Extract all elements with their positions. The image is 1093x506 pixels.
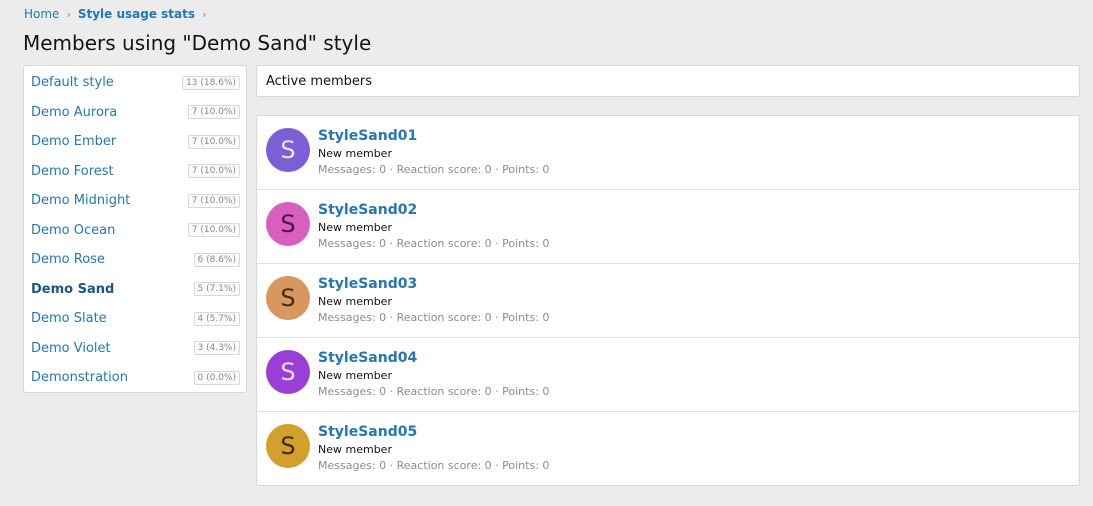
sidebar-item-label: Demo Slate xyxy=(31,311,107,327)
sidebar-item-label: Demo Ember xyxy=(31,134,117,150)
sidebar-item-label: Demo Rose xyxy=(31,252,105,268)
sidebar-item-label: Default style xyxy=(31,75,114,91)
member-row: S StyleSand03 New member Messages: 0 · Reac… xyxy=(257,264,1079,338)
member-list: S StyleSand01 New member Messages: 0 · Reac… xyxy=(256,115,1080,486)
avatar[interactable]: S xyxy=(266,424,310,468)
active-members-tab[interactable]: Active members xyxy=(256,65,1080,97)
sidebar-item-demo-slate[interactable]: Demo Slate 4 (5.7%) xyxy=(24,304,246,334)
breadcrumb-chevron-icon: › xyxy=(202,7,207,21)
sidebar-item-demo-violet[interactable]: Demo Violet 3 (4.3%) xyxy=(24,334,246,364)
member-info: StyleSand04 New member Messages: 0 · React… xyxy=(318,349,549,399)
member-row: S StyleSand01 New member Messages: 0 · Reac… xyxy=(257,116,1079,190)
sidebar-item-label: Demo Aurora xyxy=(31,104,118,120)
count-badge: 3 (4.3%) xyxy=(193,341,240,356)
sidebar-item-demo-ember[interactable]: Demo Ember 7 (10.0%) xyxy=(24,127,246,157)
breadcrumb-style-usage-link[interactable]: Style usage stats xyxy=(78,7,195,21)
sidebar-item-demo-ocean[interactable]: Demo Ocean 7 (10.0%) xyxy=(24,216,246,246)
member-stats: Messages: 0 · Reaction score: 0 · Points… xyxy=(318,163,550,176)
sidebar-item-label: Demo Sand xyxy=(31,281,115,297)
count-badge: 7 (10.0%) xyxy=(187,134,240,149)
sidebar-item-demonstration[interactable]: Demonstration 0 (0.0%) xyxy=(24,363,246,393)
avatar[interactable]: S xyxy=(266,350,310,394)
count-badge: 7 (10.0%) xyxy=(187,193,240,208)
sidebar-item-label: Demo Ocean xyxy=(31,222,116,238)
member-name-link[interactable]: StyleSand01 xyxy=(318,127,549,145)
sidebar-item-demo-sand[interactable]: Demo Sand 5 (7.1%) xyxy=(24,275,246,305)
member-title: New member xyxy=(318,369,392,382)
breadcrumb-chevron-icon: › xyxy=(66,7,71,21)
count-badge: 4 (5.7%) xyxy=(193,311,240,326)
member-title: New member xyxy=(318,147,392,160)
breadcrumb-home-link[interactable]: Home xyxy=(24,7,59,21)
sidebar-item-label: Demonstration xyxy=(31,370,128,386)
member-name-link[interactable]: StyleSand03 xyxy=(318,275,549,293)
tab-label: Active members xyxy=(266,73,373,89)
member-row: S StyleSand05 New member Messages: 0 · Reac… xyxy=(257,412,1079,486)
page-title: Members using "Demo Sand" style xyxy=(23,31,372,55)
count-badge: 0 (0.0%) xyxy=(193,370,240,385)
member-name-link[interactable]: StyleSand04 xyxy=(318,349,549,367)
breadcrumb: Home › Style usage stats › xyxy=(24,7,213,21)
member-info: StyleSand03 New member Messages: 0 · React… xyxy=(318,275,549,325)
member-name-link[interactable]: StyleSand05 xyxy=(318,423,549,441)
count-badge: 5 (7.1%) xyxy=(193,282,240,297)
avatar[interactable]: S xyxy=(266,128,310,172)
avatar[interactable]: S xyxy=(266,202,310,246)
member-row: S StyleSand02 New member Messages: 0 · Reac… xyxy=(257,190,1079,264)
sidebar-item-default-style[interactable]: Default style 13 (18.6%) xyxy=(24,68,246,98)
count-badge: 13 (18.6%) xyxy=(182,75,240,90)
count-badge: 6 (8.6%) xyxy=(193,252,240,267)
sidebar-item-demo-forest[interactable]: Demo Forest 7 (10.0%) xyxy=(24,157,246,187)
member-row: S StyleSand04 New member Messages: 0 · Reac… xyxy=(257,338,1079,412)
style-sidebar: Default style 13 (18.6%) Demo Aurora 7 (10.… xyxy=(23,65,247,393)
avatar[interactable]: S xyxy=(266,276,310,320)
member-name-link[interactable]: StyleSand02 xyxy=(318,201,549,219)
member-stats: Messages: 0 · Reaction score: 0 · Points… xyxy=(318,459,550,472)
member-stats: Messages: 0 · Reaction score: 0 · Points… xyxy=(318,311,550,324)
count-badge: 7 (10.0%) xyxy=(187,105,240,120)
member-title: New member xyxy=(318,443,392,456)
member-stats: Messages: 0 · Reaction score: 0 · Points… xyxy=(318,385,550,398)
count-badge: 7 (10.0%) xyxy=(187,223,240,238)
member-title: New member xyxy=(318,295,392,308)
sidebar-item-demo-rose[interactable]: Demo Rose 6 (8.6%) xyxy=(24,245,246,275)
sidebar-item-label: Demo Violet xyxy=(31,340,111,356)
member-info: StyleSand02 New member Messages: 0 · React… xyxy=(318,201,549,251)
member-stats: Messages: 0 · Reaction score: 0 · Points… xyxy=(318,237,550,250)
sidebar-item-label: Demo Midnight xyxy=(31,193,131,209)
member-info: StyleSand05 New member Messages: 0 · React… xyxy=(318,423,549,473)
sidebar-item-label: Demo Forest xyxy=(31,163,114,179)
count-badge: 7 (10.0%) xyxy=(187,164,240,179)
sidebar-item-demo-aurora[interactable]: Demo Aurora 7 (10.0%) xyxy=(24,98,246,128)
member-title: New member xyxy=(318,221,392,234)
sidebar-item-demo-midnight[interactable]: Demo Midnight 7 (10.0%) xyxy=(24,186,246,216)
member-info: StyleSand01 New member Messages: 0 · React… xyxy=(318,127,549,177)
